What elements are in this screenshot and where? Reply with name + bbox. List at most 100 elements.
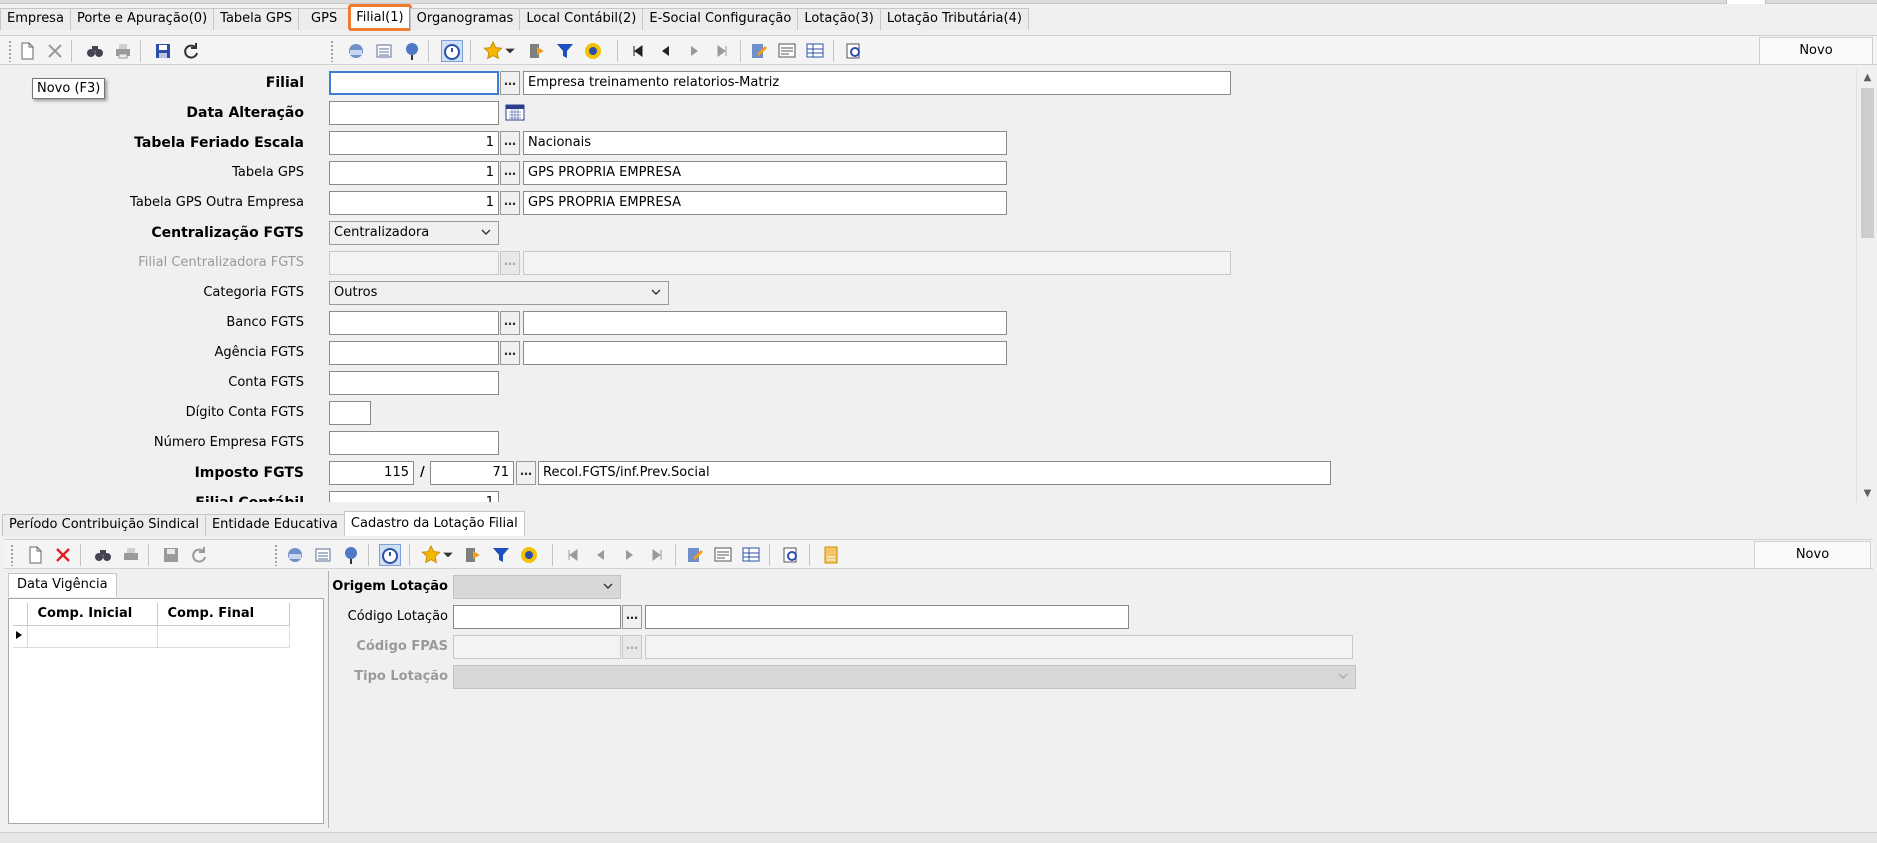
comp-inicial-header[interactable]: Comp. Inicial xyxy=(27,603,158,626)
form-view-icon[interactable] xyxy=(712,544,734,566)
tab-periodo-contribuicao[interactable]: Período Contribuição Sindical xyxy=(2,514,206,536)
tab-local-contabil[interactable]: Local Contábil(2) xyxy=(519,8,644,30)
banco-fgts-input[interactable] xyxy=(329,311,499,335)
edit-doc-icon[interactable] xyxy=(684,544,706,566)
filial-centralizadora-lookup-button[interactable]: … xyxy=(500,251,520,275)
filial-centralizadora-input[interactable] xyxy=(329,251,499,275)
agencia-fgts-input[interactable] xyxy=(329,341,499,365)
new-icon[interactable] xyxy=(16,40,38,62)
numero-empresa-input[interactable] xyxy=(329,431,499,455)
first-record-icon[interactable] xyxy=(627,40,649,62)
last-record-icon[interactable] xyxy=(646,544,668,566)
dashboard-icon[interactable] xyxy=(518,544,540,566)
report-icon[interactable] xyxy=(284,544,306,566)
banco-fgts-lookup-button[interactable]: … xyxy=(500,311,520,335)
codigo-fpas-input[interactable] xyxy=(453,635,621,659)
tabela-feriado-lookup-button[interactable]: … xyxy=(500,131,520,155)
favorite-star-icon[interactable] xyxy=(420,544,442,566)
delete-icon[interactable] xyxy=(52,544,74,566)
print-icon[interactable] xyxy=(112,40,134,62)
scroll-up-icon[interactable]: ▲ xyxy=(1861,72,1874,84)
chevron-down-icon[interactable] xyxy=(504,40,516,62)
attachment-icon[interactable] xyxy=(820,544,842,566)
favorite-star-icon[interactable] xyxy=(482,40,504,62)
tabela-gps-outra-lookup-button[interactable]: … xyxy=(500,191,520,215)
new-icon[interactable] xyxy=(24,544,46,566)
imposto-fgts-lookup-button[interactable]: … xyxy=(516,461,536,485)
find-icon[interactable] xyxy=(92,544,114,566)
export-icon[interactable] xyxy=(462,544,484,566)
list-icon[interactable] xyxy=(312,544,334,566)
tab-empresa[interactable]: Empresa xyxy=(0,8,71,30)
scroll-down-icon[interactable]: ▼ xyxy=(1861,488,1874,500)
comp-inicial-cell[interactable] xyxy=(27,625,158,648)
print-icon[interactable] xyxy=(120,544,142,566)
filial-contabil-input[interactable]: 1 xyxy=(329,491,499,502)
chevron-down-icon[interactable] xyxy=(442,544,454,566)
codigo-lotacao-input[interactable] xyxy=(453,605,621,629)
filter-icon[interactable] xyxy=(490,544,512,566)
dashboard-icon[interactable] xyxy=(582,40,604,62)
tab-porte-apuracao[interactable]: Porte e Apuração(0) xyxy=(69,8,215,30)
find-icon[interactable] xyxy=(84,40,106,62)
next-record-icon[interactable] xyxy=(683,40,705,62)
comp-final-cell[interactable] xyxy=(157,625,290,648)
edit-doc-icon[interactable] xyxy=(748,40,770,62)
novo-button[interactable]: Novo xyxy=(1759,37,1873,65)
grid-view-icon[interactable] xyxy=(804,40,826,62)
centralizacao-fgts-select[interactable]: Centralizadora xyxy=(329,221,499,245)
form-view-icon[interactable] xyxy=(776,40,798,62)
tab-tabela-gps[interactable]: Tabela GPS xyxy=(213,8,300,30)
filial-input[interactable] xyxy=(329,71,499,95)
tabela-gps-lookup-button[interactable]: … xyxy=(500,161,520,185)
categoria-fgts-select[interactable]: Outros xyxy=(329,281,669,305)
prev-record-icon[interactable] xyxy=(590,544,612,566)
imposto-fgts-code2-input[interactable]: 71 xyxy=(430,461,514,485)
refresh-icon[interactable] xyxy=(188,544,210,566)
tab-lotacao[interactable]: Lotação(3) xyxy=(797,8,881,30)
comp-final-header[interactable]: Comp. Final xyxy=(157,603,290,626)
tab-cadastro-lotacao-filial[interactable]: Cadastro da Lotação Filial xyxy=(343,511,525,536)
refresh-icon[interactable] xyxy=(180,40,202,62)
list-icon[interactable] xyxy=(373,40,395,62)
codigo-lotacao-lookup-button[interactable]: … xyxy=(622,605,642,629)
origem-lotacao-select[interactable] xyxy=(453,575,621,599)
bottom-novo-button[interactable]: Novo xyxy=(1754,541,1871,569)
next-record-icon[interactable] xyxy=(618,544,640,566)
export-icon[interactable] xyxy=(526,40,548,62)
delete-icon[interactable] xyxy=(44,40,66,62)
tab-filial[interactable]: Filial(1) xyxy=(348,4,412,31)
info-icon[interactable] xyxy=(401,40,423,62)
tab-entidade-educativa[interactable]: Entidade Educativa xyxy=(204,514,345,536)
last-record-icon[interactable] xyxy=(711,40,733,62)
form-scrollbar[interactable]: ▲ ▼ xyxy=(1856,70,1877,502)
calendar-icon[interactable] xyxy=(504,101,526,123)
save-icon[interactable] xyxy=(160,544,182,566)
imposto-fgts-code-input[interactable]: 115 xyxy=(329,461,414,485)
table-row[interactable] xyxy=(13,625,290,648)
codigo-fpas-lookup-button[interactable]: … xyxy=(622,635,642,659)
preview-icon[interactable] xyxy=(843,40,865,62)
preview-icon[interactable] xyxy=(780,544,802,566)
tab-data-vigencia[interactable]: Data Vigência xyxy=(8,573,117,597)
timer-icon[interactable] xyxy=(441,40,463,62)
prev-record-icon[interactable] xyxy=(655,40,677,62)
conta-fgts-input[interactable] xyxy=(329,371,499,395)
info-icon[interactable] xyxy=(340,544,362,566)
data-alteracao-input[interactable] xyxy=(329,101,499,125)
tab-lotacao-tributaria[interactable]: Lotação Tributária(4) xyxy=(879,8,1029,30)
tabela-gps-input[interactable]: 1 xyxy=(329,161,499,185)
tabela-feriado-input[interactable]: 1 xyxy=(329,131,499,155)
report-icon[interactable] xyxy=(345,40,367,62)
filter-icon[interactable] xyxy=(554,40,576,62)
first-record-icon[interactable] xyxy=(562,544,584,566)
scroll-thumb[interactable] xyxy=(1861,88,1874,238)
tab-esocial-configuracao[interactable]: E-Social Configuração xyxy=(642,8,799,30)
filial-lookup-button[interactable]: … xyxy=(500,71,520,95)
tabela-gps-outra-input[interactable]: 1 xyxy=(329,191,499,215)
digito-conta-input[interactable] xyxy=(329,401,371,425)
grid-view-icon[interactable] xyxy=(740,544,762,566)
tab-gps[interactable]: GPS xyxy=(298,8,351,30)
tipo-lotacao-select[interactable] xyxy=(453,665,1356,689)
save-icon[interactable] xyxy=(152,40,174,62)
